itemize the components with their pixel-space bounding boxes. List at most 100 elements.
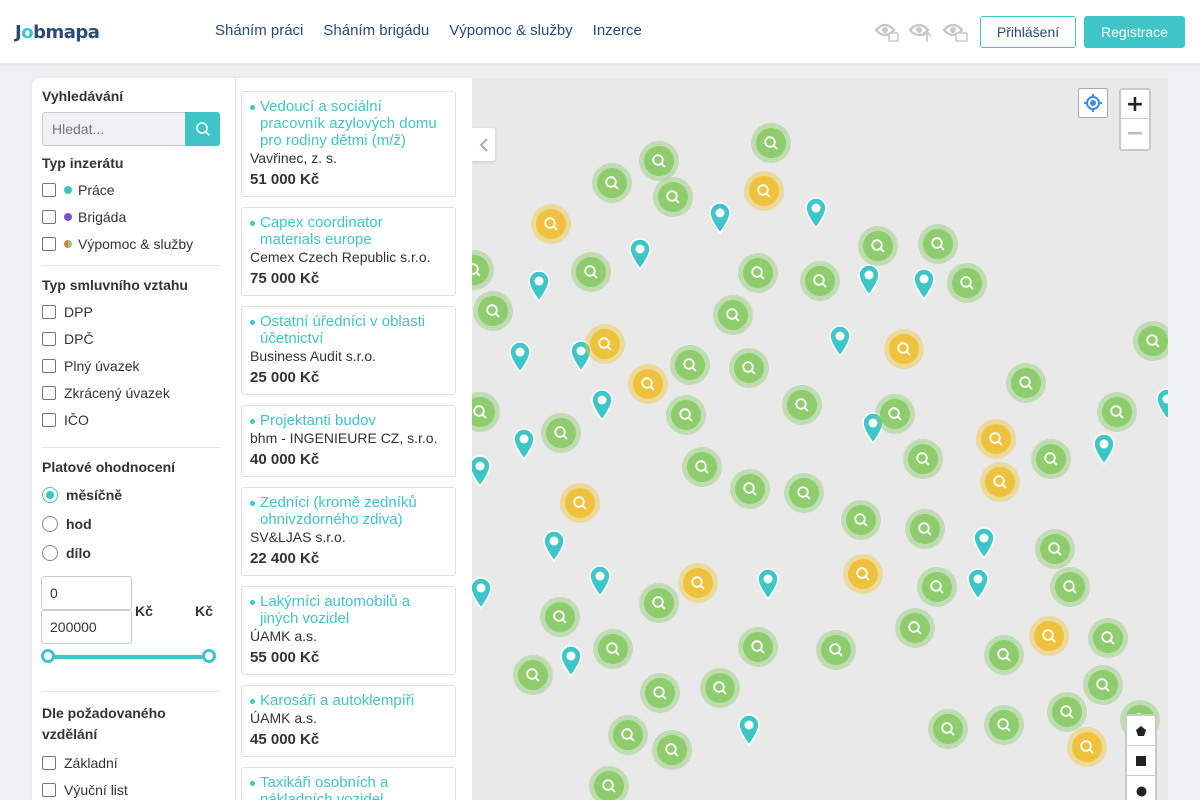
map-pin-icon[interactable]	[590, 389, 614, 422]
map-cluster-yellow[interactable]	[884, 329, 924, 369]
map-pin-icon[interactable]	[588, 565, 612, 598]
contract-full-checkbox[interactable]	[42, 358, 56, 373]
map-cluster-green[interactable]	[670, 345, 710, 385]
map-cluster-green[interactable]	[1050, 567, 1090, 607]
job-title[interactable]: Projektanti budov	[250, 412, 447, 429]
map-cluster-green[interactable]	[653, 177, 693, 217]
eye-upload-icon[interactable]	[908, 18, 934, 44]
map-pin-icon[interactable]	[628, 238, 652, 271]
map-cluster-green[interactable]	[1097, 392, 1137, 432]
map-cluster-green[interactable]	[784, 473, 824, 513]
map-cluster-green[interactable]	[639, 141, 679, 181]
map-cluster-green[interactable]	[918, 224, 958, 264]
jobmapa-logo[interactable]: Jobmapa	[15, 20, 100, 44]
map-cluster-green[interactable]	[592, 163, 632, 203]
map-cluster-green[interactable]	[639, 583, 679, 623]
map-cluster-green[interactable]	[875, 394, 915, 434]
job-card[interactable]: Ostatní úředníci v oblasti účetnictví Bus…	[241, 306, 456, 395]
job-title[interactable]: Karosáři a autoklempíři	[250, 692, 447, 709]
salary-slider-max-handle[interactable]	[202, 649, 216, 663]
login-button[interactable]: Přihlášení	[980, 16, 1076, 48]
map-cluster-yellow[interactable]	[976, 419, 1016, 459]
type-prace-checkbox[interactable]	[42, 182, 56, 197]
map-cluster-yellow[interactable]	[585, 324, 625, 364]
job-card[interactable]: Lakýrníci automobilů a jiných vozidel ÚAM…	[241, 586, 456, 675]
salary-monthly-radio[interactable]	[42, 486, 58, 503]
map-cluster-green[interactable]	[682, 447, 722, 487]
job-map[interactable]: + −	[472, 78, 1168, 800]
map-cluster-green[interactable]	[666, 395, 706, 435]
collapse-panel-button[interactable]	[472, 128, 495, 161]
zoom-out-button[interactable]: −	[1121, 119, 1149, 148]
map-pin-icon[interactable]	[708, 202, 732, 235]
map-cluster-green[interactable]	[841, 500, 881, 540]
job-card[interactable]: Capex coordinator materials europe Cemex …	[241, 207, 456, 296]
map-cluster-green[interactable]	[1006, 363, 1046, 403]
map-cluster-green[interactable]	[738, 627, 778, 667]
salary-slider-track[interactable]	[49, 655, 209, 659]
map-pin-icon[interactable]	[1155, 388, 1168, 421]
job-title[interactable]: Ostatní úředníci v oblasti účetnictví	[250, 313, 447, 347]
map-pin-icon[interactable]	[1092, 433, 1116, 466]
contract-ico-checkbox[interactable]	[42, 412, 56, 427]
map-pin-icon[interactable]	[828, 325, 852, 358]
map-cluster-green[interactable]	[917, 567, 957, 607]
map-cluster-yellow[interactable]	[744, 171, 784, 211]
draw-polygon-button[interactable]	[1127, 716, 1155, 746]
map-cluster-yellow[interactable]	[980, 462, 1020, 502]
locate-me-button[interactable]	[1078, 88, 1108, 118]
map-cluster-green[interactable]	[608, 715, 648, 755]
map-cluster-green[interactable]	[472, 392, 500, 432]
salary-min-input[interactable]	[41, 576, 132, 610]
map-pin-icon[interactable]	[972, 527, 996, 560]
job-title[interactable]: Vedoucí a sociální pracovník azylových d…	[250, 98, 447, 149]
register-button[interactable]: Registrace	[1084, 16, 1185, 48]
map-cluster-green[interactable]	[1133, 321, 1168, 361]
map-cluster-yellow[interactable]	[531, 204, 571, 244]
map-cluster-green[interactable]	[947, 263, 987, 303]
job-title[interactable]: Zedníci (kromě zedníků ohnivzdorného zdi…	[250, 494, 447, 528]
map-pin-icon[interactable]	[737, 714, 761, 747]
map-pin-icon[interactable]	[512, 428, 536, 461]
map-cluster-green[interactable]	[928, 709, 968, 749]
map-pin-icon[interactable]	[559, 645, 583, 678]
map-cluster-green[interactable]	[1083, 665, 1123, 705]
map-pin-icon[interactable]	[508, 341, 532, 374]
map-cluster-green[interactable]	[903, 439, 943, 479]
map-cluster-yellow[interactable]	[843, 554, 883, 594]
map-cluster-green[interactable]	[800, 261, 840, 301]
nav-shanim-brigadu[interactable]: Sháním brigádu	[323, 22, 429, 39]
map-cluster-green[interactable]	[1047, 692, 1087, 732]
type-vypomoc-checkbox[interactable]	[42, 236, 56, 251]
map-cluster-green[interactable]	[473, 291, 513, 331]
job-card[interactable]: Projektanti budov bhm - INGENIEURE CZ, s.…	[241, 405, 456, 477]
map-cluster-green[interactable]	[700, 668, 740, 708]
map-cluster-yellow[interactable]	[628, 364, 668, 404]
map-pin-icon[interactable]	[857, 264, 881, 297]
map-pin-icon[interactable]	[542, 530, 566, 563]
job-card[interactable]: Vedoucí a sociální pracovník azylových d…	[241, 91, 456, 197]
map-cluster-green[interactable]	[782, 385, 822, 425]
zoom-in-button[interactable]: +	[1121, 90, 1149, 119]
map-pin-icon[interactable]	[472, 577, 493, 610]
nav-inzerce[interactable]: Inzerce	[593, 22, 642, 39]
map-cluster-green[interactable]	[540, 597, 580, 637]
salary-slider-min-handle[interactable]	[41, 649, 55, 663]
map-cluster-green[interactable]	[593, 629, 633, 669]
map-cluster-green[interactable]	[905, 509, 945, 549]
eye-message-icon[interactable]	[942, 18, 968, 44]
job-title[interactable]: Capex coordinator materials europe	[250, 214, 447, 248]
map-cluster-green[interactable]	[472, 250, 494, 290]
education-basic-checkbox[interactable]	[42, 755, 56, 770]
map-cluster-green[interactable]	[858, 226, 898, 266]
contract-part-checkbox[interactable]	[42, 385, 56, 400]
map-cluster-green[interactable]	[1031, 439, 1071, 479]
map-cluster-yellow[interactable]	[560, 483, 600, 523]
map-cluster-green[interactable]	[730, 469, 770, 509]
type-brigada-checkbox[interactable]	[42, 209, 56, 224]
map-cluster-green[interactable]	[751, 123, 791, 163]
salary-max-input[interactable]	[41, 610, 132, 644]
map-cluster-green[interactable]	[513, 655, 553, 695]
draw-rectangle-button[interactable]	[1127, 746, 1155, 776]
map-cluster-green[interactable]	[652, 730, 692, 770]
